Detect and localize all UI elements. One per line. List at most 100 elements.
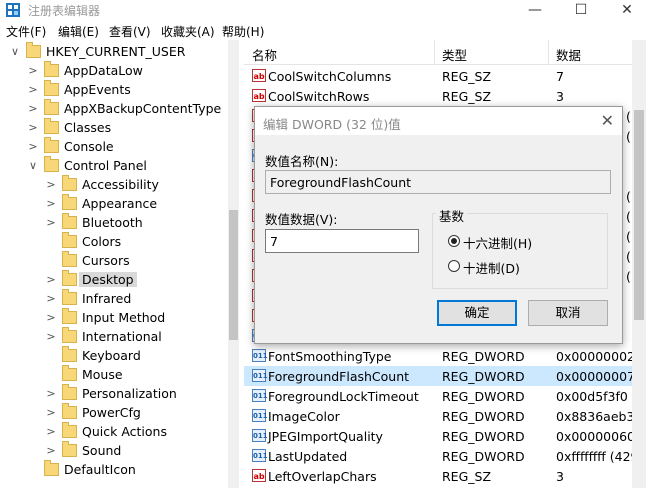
value-data-input[interactable]: 7 [265, 229, 419, 253]
expand-arrow-icon[interactable]: > [28, 121, 38, 134]
tree-item[interactable]: DefaultIcon [0, 460, 226, 480]
maximize-button[interactable]: ☐ [558, 0, 604, 20]
minimize-button[interactable]: — [512, 0, 558, 20]
tree-item-label: Classes [64, 120, 112, 135]
column-name-header[interactable]: 名称 [252, 45, 277, 64]
tree-item[interactable]: > International [0, 327, 226, 347]
tree-item[interactable]: > Input Method [0, 308, 226, 328]
menu-help[interactable]: 帮助(H) [222, 23, 264, 40]
tree-item[interactable]: > PowerCfg [0, 403, 226, 423]
folder-icon [62, 327, 77, 343]
tree-item[interactable]: Cursors [0, 251, 226, 271]
expand-arrow-icon[interactable]: > [46, 273, 56, 286]
registry-key-tree[interactable]: ∨ HKEY_CURRENT_USER > AppDataLow > AppEvents >… [0, 40, 226, 488]
tree-item[interactable]: > Sound [0, 441, 226, 461]
expand-arrow-icon[interactable]: > [28, 83, 38, 96]
value-row[interactable]: 011 ForegroundLockTimeout REG_DWORD 0x00d5f… [244, 386, 632, 406]
list-scrollbar-thumb[interactable] [634, 110, 644, 320]
folder-icon [62, 384, 77, 400]
tree-item[interactable]: > Quick Actions [0, 422, 226, 442]
expand-arrow-icon[interactable]: > [28, 64, 38, 77]
cancel-button[interactable]: 取消 [528, 300, 608, 326]
tree-item[interactable]: > Appearance [0, 194, 226, 214]
tree-item[interactable]: > Bluetooth [0, 213, 226, 233]
value-data-cell: 0xffffffff (4294 [556, 449, 632, 464]
expand-arrow-icon[interactable]: > [46, 216, 56, 229]
tree-scrollbar-thumb[interactable] [229, 210, 238, 340]
column-type-header[interactable]: 类型 [442, 45, 467, 64]
expand-arrow-icon[interactable]: > [46, 406, 56, 419]
tree-item[interactable]: Colors [0, 232, 226, 252]
tree-item[interactable]: > Personalization [0, 384, 226, 404]
decimal-radio-label[interactable]: 十进制(D) [463, 258, 520, 277]
expand-arrow-icon[interactable]: > [46, 425, 56, 438]
folder-icon [62, 403, 77, 419]
tree-item-label: PowerCfg [82, 405, 141, 420]
tree-item[interactable]: ∨ Control Panel [0, 156, 226, 176]
hex-radio-label[interactable]: 十六进制(H) [463, 233, 532, 252]
tree-item[interactable]: > AppDataLow [0, 61, 226, 81]
column-data-header[interactable]: 数据 [556, 45, 581, 64]
tree-item-label: Sound [82, 443, 122, 458]
expand-arrow-icon[interactable]: > [46, 387, 56, 400]
menu-file[interactable]: 文件(F) [6, 23, 46, 40]
tree-item[interactable]: Keyboard [0, 346, 226, 366]
menu-view[interactable]: 查看(V) [109, 23, 151, 40]
tree-item-label: Appearance [82, 196, 158, 211]
tree-item[interactable]: > Console [0, 137, 226, 157]
expand-arrow-icon[interactable]: > [46, 197, 56, 210]
binary-value-icon: 011 [252, 449, 268, 462]
tree-item[interactable]: > Infrared [0, 289, 226, 309]
hex-radio[interactable] [448, 235, 460, 247]
expand-arrow-icon[interactable]: > [46, 311, 56, 324]
expand-arrow-icon[interactable]: > [46, 178, 56, 191]
value-type-cell: REG_SZ [442, 469, 492, 484]
expand-arrow-icon[interactable]: > [28, 102, 38, 115]
dialog-close-icon[interactable]: ✕ [601, 111, 614, 130]
ok-button[interactable]: 确定 [437, 300, 517, 326]
value-name-field[interactable]: ForegroundFlashCount [265, 170, 611, 194]
value-type-cell: REG_DWORD [442, 369, 525, 384]
tree-item[interactable]: > Accessibility [0, 175, 226, 195]
tree-item[interactable]: > Classes [0, 118, 226, 138]
value-row[interactable]: 011LastUpdated REG_DWORD 0xffffffff (4294 [244, 446, 632, 466]
expand-arrow-icon[interactable]: > [28, 140, 38, 153]
tree-item-label: Desktop [79, 272, 137, 287]
window-title: 注册表编辑器 [28, 4, 101, 18]
value-data-cell: ( [626, 209, 631, 224]
close-button[interactable]: ✕ [604, 0, 650, 20]
tree-item-label: Personalization [82, 386, 177, 401]
collapse-arrow-icon[interactable]: ∨ [10, 45, 20, 58]
tree-item-label: International [82, 329, 162, 344]
tree-item[interactable]: Mouse [0, 365, 226, 385]
tree-item-label: Bluetooth [82, 215, 143, 230]
tree-scrollbar[interactable] [228, 40, 239, 488]
tree-item-label: Quick Actions [82, 424, 167, 439]
value-row[interactable]: 011 FontSmoothingType REG_DWORD 0x00000002 … [244, 346, 632, 366]
decimal-radio[interactable] [448, 260, 460, 272]
value-row[interactable]: ab CoolSwitchColumns REG_SZ 7 [244, 66, 632, 86]
registry-app-icon [6, 3, 20, 17]
value-row[interactable]: 011 JPEGImportQuality REG_DWORD 0x00000060 … [244, 426, 632, 446]
menu-favorites[interactable]: 收藏夹(A) [161, 23, 215, 40]
expand-arrow-icon[interactable]: > [46, 444, 56, 457]
tree-item-label: Keyboard [82, 348, 141, 363]
value-data-label: 数值数据(V): [265, 212, 338, 227]
value-row[interactable]: 011 ForegroundFlashCount REG_DWORD 0x000000… [244, 366, 632, 386]
expand-arrow-icon[interactable]: > [46, 292, 56, 305]
tree-item-label: DefaultIcon [64, 462, 136, 477]
column-separator[interactable] [434, 40, 435, 64]
value-row[interactable]: 011ImageColor REG_DWORD 0x8836aeb3 ( [244, 406, 632, 426]
value-data-cell: ( [626, 189, 631, 204]
tree-item[interactable]: > AppXBackupContentType [0, 99, 226, 119]
value-row[interactable]: ab LeftOverlapChars REG_SZ 3 [244, 466, 632, 486]
expand-arrow-icon[interactable]: > [46, 330, 56, 343]
tree-item[interactable]: ∨ HKEY_CURRENT_USER [0, 42, 226, 62]
tree-item[interactable]: > Desktop [0, 270, 226, 290]
value-row[interactable]: ab CoolSwitchRows REG_SZ 3 [244, 86, 632, 106]
menu-edit[interactable]: 编辑(E) [58, 23, 99, 40]
column-separator[interactable] [548, 40, 549, 64]
tree-item[interactable]: > AppEvents [0, 80, 226, 100]
collapse-arrow-icon[interactable]: ∨ [28, 159, 38, 172]
list-scrollbar[interactable] [632, 40, 646, 488]
